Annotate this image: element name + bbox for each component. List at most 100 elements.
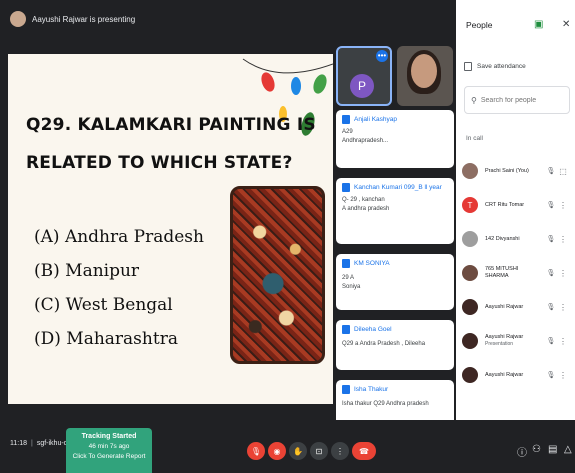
close-icon[interactable]: ✕ xyxy=(562,19,570,30)
chat-card[interactable]: Dileeha Goel Q29 a Andra Pradesh , Dilee… xyxy=(336,320,454,370)
participant-more-icon[interactable]: ⋮ xyxy=(557,371,569,380)
chat-sender: Anjali Kashyap xyxy=(354,116,397,123)
chat-line: A29 xyxy=(342,129,353,135)
attendance-tracking-popup[interactable]: Tracking Started 46 min 7s ago Click To … xyxy=(66,428,152,473)
participant-avatar: T xyxy=(462,197,478,213)
participant-row[interactable]: Aayushi Rajwar Presentation 🎙 ⋮ xyxy=(462,330,574,352)
more-options-button[interactable]: ⋮ xyxy=(331,442,349,460)
mic-muted-icon[interactable]: 🎙 xyxy=(545,371,557,379)
chat-card[interactable]: Anjali Kashyap A29 Andhrapradesh... xyxy=(336,110,454,168)
mic-muted-icon[interactable]: 🎙 xyxy=(545,303,557,311)
tracking-ago: 46 min 7s ago xyxy=(88,443,130,450)
participant-row[interactable]: Aayushi Rajwar 🎙 ⋮ xyxy=(462,296,574,318)
participant-avatar: P xyxy=(350,74,374,98)
chat-sender: Dileeha Goel xyxy=(354,326,392,333)
option-d: (D) Maharashtra xyxy=(34,329,178,349)
presenting-banner: Aayushi Rajwar is presenting xyxy=(0,0,455,38)
chat-line: 29 A xyxy=(342,275,355,281)
chat-icon xyxy=(342,259,350,268)
presenter-avatar xyxy=(10,11,26,27)
participant-avatar xyxy=(462,367,478,383)
chat-card[interactable]: KM SONIYA 29 A Soniya xyxy=(336,254,454,310)
question-title: Q29. KALAMKARI PAINTING IS RELATED TO WH… xyxy=(26,106,326,182)
info-icon[interactable]: ⓘ xyxy=(517,444,527,459)
chat-line: Andhrapradesh... xyxy=(342,138,389,144)
option-c: (C) West Bengal xyxy=(34,295,173,315)
search-people[interactable]: ⚲ xyxy=(464,86,570,114)
tracking-title: Tracking Started xyxy=(81,433,137,440)
activities-icon[interactable]: △ xyxy=(564,444,572,455)
search-icon: ⚲ xyxy=(471,95,477,105)
present-button[interactable]: ⊡ xyxy=(310,442,328,460)
meeting-time: 11:18 xyxy=(10,440,27,447)
participant-more-icon[interactable]: ⋮ xyxy=(557,201,569,210)
mic-muted-icon[interactable]: 🎙 xyxy=(545,269,557,277)
meet-window: Aayushi Rajwar is presenting Q29. KALAMK… xyxy=(0,0,575,473)
search-input[interactable] xyxy=(480,96,561,104)
save-attendance-button[interactable]: Save attendance xyxy=(464,62,526,71)
camera-off-icon: ◉ xyxy=(273,446,281,456)
mic-off-icon: 🎙 xyxy=(250,446,262,456)
tile-more-icon[interactable]: ••• xyxy=(376,50,388,62)
participant-more-icon[interactable]: ⬚ xyxy=(557,167,569,176)
chat-sender: KM SONIYA xyxy=(354,260,390,267)
mic-muted-icon[interactable]: 🎙 xyxy=(545,235,557,243)
people-icon[interactable]: ⚇ xyxy=(532,444,541,455)
participant-avatar xyxy=(462,333,478,349)
save-attendance-label: Save attendance xyxy=(477,63,526,70)
mic-off-button[interactable]: 🎙 xyxy=(247,442,265,460)
question-title-line1: Q29. KALAMKARI PAINTING IS xyxy=(26,115,316,135)
attendance-icon[interactable]: ▣ xyxy=(534,19,543,30)
people-panel: People ▣ ✕ Save attendance ⚲ In call Pra… xyxy=(456,0,575,420)
participant-row[interactable]: T CRT Ritu Tomar 🎙 ⋮ xyxy=(462,194,574,216)
separator: | xyxy=(31,440,33,447)
kalamkari-artwork-image xyxy=(230,186,325,364)
option-a: (A) Andhra Pradesh xyxy=(34,227,204,247)
participant-name: Prachi Saini (You) xyxy=(485,167,529,174)
participant-row[interactable]: Aayushi Rajwar 🎙 ⋮ xyxy=(462,364,574,386)
more-vert-icon: ⋮ xyxy=(336,446,344,456)
option-b: (B) Manipur xyxy=(34,261,140,281)
participant-row[interactable]: 142 Divyanshi 🎙 ⋮ xyxy=(462,228,574,250)
chat-card[interactable]: Kanchan Kumari 099_B ll year Q- 29 , kan… xyxy=(336,178,454,244)
participant-row[interactable]: 765 MITUSHI SHARMA 🎙 ⋮ xyxy=(462,262,574,284)
chat-icon xyxy=(342,115,350,124)
chat-line: A andhra pradesh xyxy=(342,206,390,212)
leave-call-button[interactable]: ☎ xyxy=(352,442,376,460)
chat-icon xyxy=(342,325,350,334)
presentation-slide: Q29. KALAMKARI PAINTING IS RELATED TO WH… xyxy=(8,54,333,404)
mic-muted-icon[interactable]: 🎙 xyxy=(545,337,557,345)
answer-options: (A) Andhra Pradesh (B) Manipur (C) West … xyxy=(34,220,204,356)
mic-muted-icon[interactable]: 🎙 xyxy=(545,167,557,175)
present-icon: ⊡ xyxy=(315,446,323,456)
mic-muted-icon[interactable]: 🎙 xyxy=(545,201,557,209)
participant-more-icon[interactable]: ⋮ xyxy=(557,337,569,346)
raise-hand-button[interactable]: ✋ xyxy=(289,442,307,460)
participant-row[interactable]: Prachi Saini (You) 🎙 ⬚ xyxy=(462,160,574,182)
participant-tile-camera[interactable] xyxy=(397,46,453,106)
camera-off-button[interactable]: ◉ xyxy=(268,442,286,460)
participant-avatar xyxy=(462,299,478,315)
participant-name: Aayushi Rajwar xyxy=(485,371,524,378)
participant-avatar xyxy=(462,231,478,247)
participant-more-icon[interactable]: ⋮ xyxy=(557,235,569,244)
chat-line: Isha thakur Q29 Andhra pradesh xyxy=(342,401,429,407)
chat-sender: Kanchan Kumari 099_B ll year xyxy=(354,184,442,191)
participant-avatar xyxy=(462,265,478,281)
participant-tile-p[interactable]: P ••• xyxy=(336,46,392,106)
tracking-report-link[interactable]: Click To Generate Report xyxy=(66,452,152,462)
participant-name: Aayushi Rajwar Presentation xyxy=(485,334,524,347)
participant-more-icon[interactable]: ⋮ xyxy=(557,269,569,278)
chat-line: Soniya xyxy=(342,284,361,290)
chat-icon[interactable]: ▤ xyxy=(548,444,557,455)
question-title-line2: RELATED TO WHICH STATE? xyxy=(26,153,293,173)
chat-sender: Isha Thakur xyxy=(354,386,389,393)
participant-more-icon[interactable]: ⋮ xyxy=(557,303,569,312)
chat-icon xyxy=(342,183,350,192)
participant-name: Aayushi Rajwar xyxy=(485,303,524,310)
bottom-toolbar: 11:18 | sgf-ikhu-ong Tracking Started 46 m… xyxy=(0,420,575,473)
in-call-label: In call xyxy=(466,135,483,142)
chat-line: Q- 29 , kanchan xyxy=(342,197,385,203)
hand-icon: ✋ xyxy=(293,446,303,456)
participant-name: 765 MITUSHI SHARMA xyxy=(485,266,519,279)
